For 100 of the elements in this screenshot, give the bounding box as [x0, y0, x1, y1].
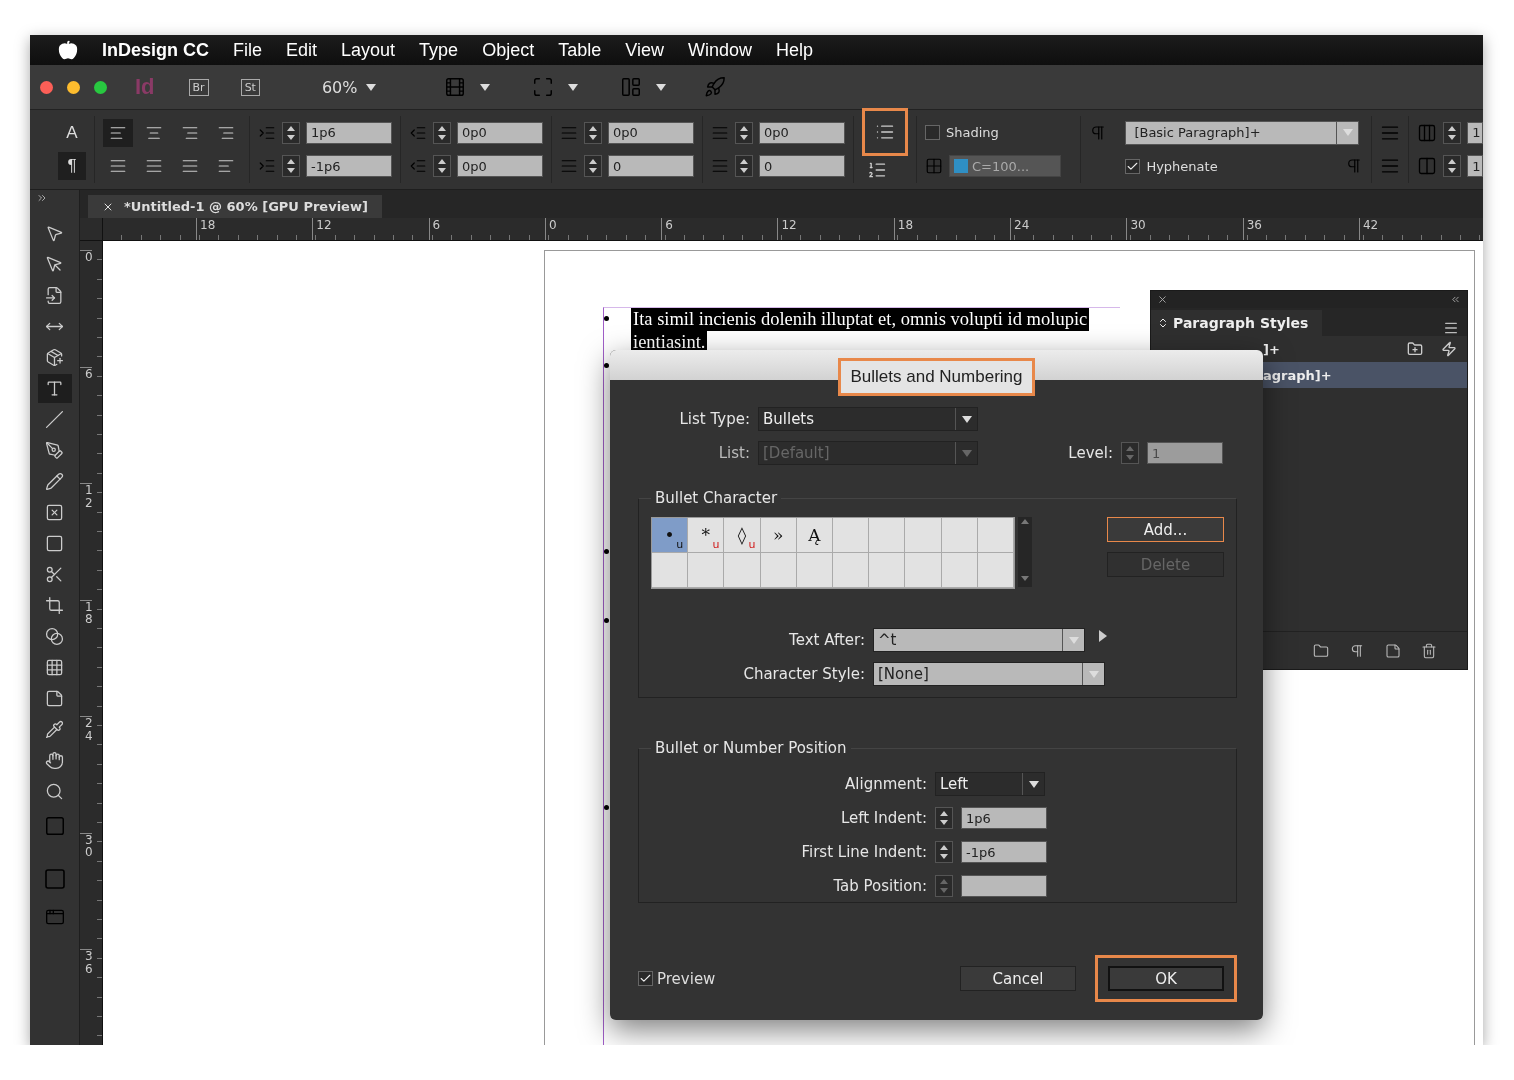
add-button[interactable]: Add...: [1107, 517, 1224, 542]
alignment-dropdown[interactable]: Left: [935, 772, 1045, 796]
value-field[interactable]: 1p6: [306, 121, 392, 144]
bullet-cell[interactable]: Ą: [796, 518, 833, 553]
value-field[interactable]: 1: [1467, 121, 1483, 144]
stepper-button[interactable]: [584, 121, 602, 144]
document-title: *Untitled-1 @ 60% [GPU Preview]: [124, 199, 368, 214]
shading-checkbox[interactable]: [925, 125, 940, 141]
value-field[interactable]: 0: [759, 155, 845, 178]
bullet-cell[interactable]: [832, 553, 870, 588]
fill-swatch-icon: [42, 867, 67, 891]
menu-item[interactable]: Table: [558, 39, 602, 61]
ruler-label: 6: [661, 218, 778, 240]
dropdown-caret-icon: [567, 83, 578, 91]
lightning-icon[interactable]: [1441, 341, 1457, 357]
value-field[interactable]: 0p0: [759, 121, 845, 144]
stepper-button[interactable]: [433, 155, 451, 178]
bullet-cell[interactable]: [941, 553, 978, 588]
close-button[interactable]: [40, 80, 53, 94]
zoom-dropdown[interactable]: 60%: [321, 77, 376, 97]
app-logo: Id: [135, 74, 155, 100]
stepper-button[interactable]: [282, 121, 300, 144]
ok-button[interactable]: OK: [1108, 966, 1224, 991]
value-field[interactable]: 0p0: [608, 121, 694, 144]
bullet-cell[interactable]: [688, 553, 725, 588]
bullet-cell[interactable]: [905, 518, 942, 553]
value-field[interactable]: 0p0: [457, 155, 543, 178]
bullet-cell[interactable]: [977, 553, 1014, 588]
menu-item[interactable]: Edit: [286, 39, 318, 61]
stepper-button[interactable]: [1443, 155, 1462, 178]
cancel-button[interactable]: Cancel: [960, 966, 1076, 991]
bullet-cell[interactable]: [652, 553, 689, 588]
field-label: Character Style:: [742, 665, 865, 683]
menu-item[interactable]: View: [625, 39, 664, 61]
field-label: List:: [717, 444, 750, 462]
stepper-button[interactable]: [433, 121, 451, 144]
panel-tab[interactable]: Paragraph Styles: [1151, 310, 1323, 336]
stepper-arrows-icon: [438, 158, 446, 175]
character-mode-button[interactable]: A: [58, 118, 86, 147]
preview-checkbox[interactable]: [638, 971, 653, 986]
bullet-cell[interactable]: [941, 518, 978, 553]
scissors-icon: [45, 565, 64, 584]
bullet-cell[interactable]: [796, 553, 833, 588]
bullet-cell[interactable]: [977, 518, 1014, 553]
alignment-button[interactable]: [103, 118, 133, 147]
menu-item[interactable]: Window: [687, 39, 752, 61]
menu-item[interactable]: Type: [419, 39, 459, 61]
rectangle-icon: [45, 534, 64, 553]
paragraph-mode-button[interactable]: ¶: [58, 152, 86, 181]
bullet-cell[interactable]: »: [760, 518, 797, 553]
menu-item[interactable]: File: [233, 39, 263, 61]
stepper-button[interactable]: [935, 807, 953, 829]
text-after-field[interactable]: ^t: [873, 628, 1085, 652]
tool-button[interactable]: [37, 374, 72, 403]
app-menu[interactable]: InDesign CC: [102, 39, 209, 61]
bullet-cell[interactable]: [869, 518, 906, 553]
menu-icon[interactable]: [1443, 320, 1459, 336]
stock-button[interactable]: St: [240, 78, 260, 96]
stepper-button[interactable]: [735, 121, 753, 144]
close-icon[interactable]: [1157, 294, 1168, 305]
trash-icon: [1421, 642, 1437, 659]
bullet-cell[interactable]: [905, 553, 942, 588]
stepper-button[interactable]: [735, 155, 753, 178]
collapse-icon[interactable]: [1450, 294, 1461, 305]
list-type-dropdown[interactable]: Bullets: [758, 407, 978, 431]
screen-mode-icon: [531, 76, 554, 98]
bullet-cell[interactable]: [724, 553, 761, 588]
value-field[interactable]: -1p6: [961, 841, 1047, 863]
value-field[interactable]: [961, 875, 1047, 897]
paragraph-style-dropdown[interactable]: [Basic Paragraph]+: [1125, 120, 1360, 145]
hyphenate-checkbox[interactable]: [1125, 158, 1141, 174]
new-group-icon[interactable]: [1407, 341, 1423, 357]
zoom-icon: [45, 782, 64, 801]
clear-overrides-icon: [1349, 642, 1365, 659]
character-style-dropdown[interactable]: [None]: [873, 662, 1105, 686]
minimize-button[interactable]: [67, 80, 80, 94]
bullet-cell[interactable]: [760, 553, 797, 588]
stepper-button[interactable]: [584, 155, 602, 178]
apple-icon[interactable]: [58, 40, 78, 60]
menu-item[interactable]: Object: [482, 39, 535, 61]
value-field[interactable]: -1p6: [306, 155, 392, 178]
bullet-cell[interactable]: [869, 553, 906, 588]
stepper-button[interactable]: [282, 155, 300, 178]
document-tab[interactable]: *Untitled-1 @ 60% [GPU Preview]: [88, 195, 382, 218]
menu-item[interactable]: Layout: [341, 39, 396, 61]
value-field[interactable]: 0: [608, 155, 694, 178]
bullet-cell[interactable]: [832, 518, 870, 553]
menu-arrow-icon[interactable]: [1099, 630, 1107, 642]
stepper-button[interactable]: [1443, 121, 1462, 144]
stepper-button[interactable]: [935, 841, 953, 863]
scrollbar[interactable]: [1017, 517, 1032, 587]
expand-icon[interactable]: [36, 192, 48, 204]
ruler-label: 24: [1010, 218, 1127, 240]
bulleted-list-button[interactable]: [862, 108, 908, 156]
zoom-button[interactable]: [94, 80, 107, 94]
bridge-button[interactable]: Br: [188, 78, 209, 96]
value-field[interactable]: 1: [1467, 155, 1483, 178]
value-field[interactable]: 0p0: [457, 121, 543, 144]
menu-item[interactable]: Help: [775, 39, 813, 61]
value-field[interactable]: 1p6: [961, 807, 1047, 829]
